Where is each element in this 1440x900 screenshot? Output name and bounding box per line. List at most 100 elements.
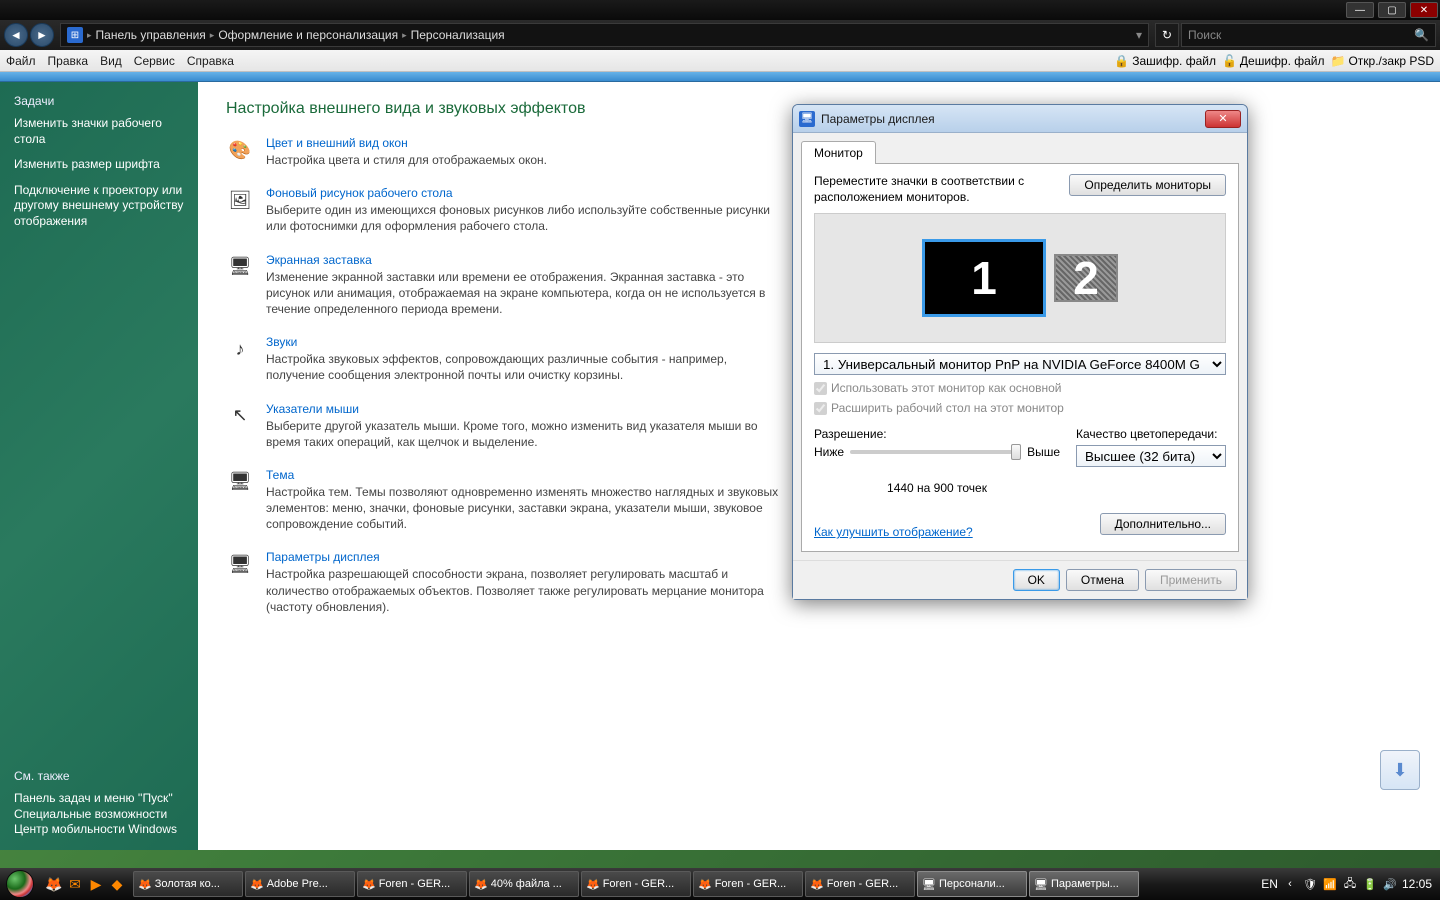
breadcrumb-item[interactable]: Персонализация xyxy=(411,28,505,42)
ql-firefox-icon[interactable]: 🦊 xyxy=(44,872,64,896)
task-label: Параметры... xyxy=(1051,878,1119,890)
task-label: Adobe Pre... xyxy=(267,878,328,890)
cancel-button[interactable]: Отмена xyxy=(1066,569,1139,591)
monitor-arrangement[interactable]: 1 2 xyxy=(814,213,1226,343)
encrypt-file-button[interactable]: 🔒Зашифр. файл xyxy=(1114,54,1216,68)
ql-player-icon[interactable]: ▶ xyxy=(86,872,106,896)
task-icon: 🦊 xyxy=(586,878,600,891)
taskbar-item[interactable]: 🦊Foren - GER... xyxy=(357,871,467,897)
color-quality-select[interactable]: Высшее (32 бита) xyxy=(1076,445,1226,467)
maximize-button[interactable]: ▢ xyxy=(1378,2,1406,18)
taskbar-item[interactable]: 🦊Золотая ко... xyxy=(133,871,243,897)
decrypt-file-button[interactable]: 🔓Дешифр. файл xyxy=(1222,54,1325,68)
apply-button: Применить xyxy=(1145,569,1237,591)
task-icon: 🦊 xyxy=(362,878,376,891)
setting-link[interactable]: Указатели мыши xyxy=(266,402,786,416)
setting-icon: 🖼 xyxy=(226,186,254,214)
nav-forward-button[interactable]: ► xyxy=(30,23,54,47)
task-label: Foren - GER... xyxy=(379,878,451,890)
setting-link[interactable]: Фоновый рисунок рабочего стола xyxy=(266,186,786,200)
tray-volume-icon[interactable]: 🔊 xyxy=(1382,876,1398,892)
sidebar-link-font-size[interactable]: Изменить размер шрифта xyxy=(14,157,184,173)
toolbar-stripe xyxy=(0,72,1440,82)
identify-monitors-button[interactable]: Определить мониторы xyxy=(1069,174,1226,196)
setting-link[interactable]: Цвет и внешний вид окон xyxy=(266,136,786,150)
extend-desktop-check-input xyxy=(814,402,827,415)
tray-network-icon[interactable]: 🖧 xyxy=(1342,876,1358,892)
setting-link[interactable]: Параметры дисплея xyxy=(266,550,786,564)
dialog-title: Параметры дисплея xyxy=(821,112,1199,126)
tray-expand-icon[interactable]: ‹ xyxy=(1282,876,1298,892)
task-label: Золотая ко... xyxy=(155,878,220,890)
close-button[interactable]: ✕ xyxy=(1410,2,1438,18)
dialog-footer: OK Отмена Применить xyxy=(793,560,1247,599)
sidebar: Задачи Изменить значки рабочего стола Из… xyxy=(0,82,198,850)
taskbar-item[interactable]: 🖥Параметры... xyxy=(1029,871,1139,897)
ql-app-icon[interactable]: ◆ xyxy=(107,872,127,896)
taskbar-item[interactable]: 🦊Foren - GER... xyxy=(805,871,915,897)
taskbar-item[interactable]: 🦊Adobe Pre... xyxy=(245,871,355,897)
start-button[interactable] xyxy=(2,868,38,900)
sidebar-link-accessibility[interactable]: Специальные возможности xyxy=(14,807,167,821)
tray-wifi-icon[interactable]: 📶 xyxy=(1322,876,1338,892)
setting-link[interactable]: Тема xyxy=(266,468,786,482)
setting-row: 🖥Экранная заставкаИзменение экранной зас… xyxy=(226,253,786,318)
menu-tools[interactable]: Сервис xyxy=(134,54,175,68)
taskbar-item[interactable]: 🖥Персонали... xyxy=(917,871,1027,897)
setting-icon: ♪ xyxy=(226,335,254,363)
primary-monitor-checkbox: Использовать этот монитор как основной xyxy=(814,381,1226,395)
taskbar-item[interactable]: 🦊Foren - GER... xyxy=(693,871,803,897)
menu-help[interactable]: Справка xyxy=(187,54,234,68)
setting-row: 🖼Фоновый рисунок рабочего столаВыберите … xyxy=(226,186,786,234)
setting-description: Изменение экранной заставки или времени … xyxy=(266,269,786,318)
download-icon[interactable]: ⬇ xyxy=(1380,750,1420,790)
advanced-button[interactable]: Дополнительно... xyxy=(1100,513,1226,535)
setting-link[interactable]: Звуки xyxy=(266,335,786,349)
setting-icon: 🖥 xyxy=(226,468,254,496)
menu-edit[interactable]: Правка xyxy=(48,54,89,68)
chevron-down-icon[interactable]: ▾ xyxy=(1136,28,1142,42)
ok-button[interactable]: OK xyxy=(1013,569,1060,591)
setting-description: Выберите другой указатель мыши. Кроме то… xyxy=(266,418,786,450)
dialog-titlebar[interactable]: 🖥 Параметры дисплея ✕ xyxy=(793,105,1247,133)
refresh-button[interactable]: ↻ xyxy=(1155,23,1179,47)
ql-mail-icon[interactable]: ✉ xyxy=(65,872,85,896)
resolution-value: 1440 на 900 точек xyxy=(814,481,1060,495)
dialog-close-button[interactable]: ✕ xyxy=(1205,110,1241,128)
tray-lang[interactable]: EN xyxy=(1261,877,1278,891)
taskbar-item[interactable]: 🦊40% файла ... xyxy=(469,871,579,897)
sidebar-link-desktop-icons[interactable]: Изменить значки рабочего стола xyxy=(14,116,184,147)
tray-clock[interactable]: 12:05 xyxy=(1402,877,1432,891)
breadcrumb[interactable]: ⊞ ▸ Панель управления ▸ Оформление и пер… xyxy=(60,23,1149,47)
menu-view[interactable]: Вид xyxy=(100,54,122,68)
setting-row: ♪ЗвукиНастройка звуковых эффектов, сопро… xyxy=(226,335,786,383)
minimize-button[interactable]: — xyxy=(1346,2,1374,18)
task-icon: 🦊 xyxy=(474,878,488,891)
tab-monitor[interactable]: Монитор xyxy=(801,141,876,164)
improve-display-link[interactable]: Как улучшить отображение? xyxy=(814,525,973,539)
task-label: Foren - GER... xyxy=(603,878,675,890)
monitor-1[interactable]: 1 xyxy=(922,239,1046,317)
resolution-slider[interactable] xyxy=(850,450,1021,454)
monitor-2[interactable]: 2 xyxy=(1054,254,1118,302)
quick-launch: 🦊 ✉ ▶ ◆ xyxy=(44,872,127,896)
monitor-select[interactable]: 1. Универсальный монитор PnP на NVIDIA G… xyxy=(814,353,1226,375)
menu-file[interactable]: Файл xyxy=(6,54,36,68)
slider-thumb[interactable] xyxy=(1011,444,1021,460)
tray-battery-icon[interactable]: 🔋 xyxy=(1362,876,1378,892)
taskbar: 🦊 ✉ ▶ ◆ 🦊Золотая ко...🦊Adobe Pre...🦊Fore… xyxy=(0,868,1440,900)
navbar: ◄ ► ⊞ ▸ Панель управления ▸ Оформление и… xyxy=(0,20,1440,50)
sidebar-link-taskbar[interactable]: Панель задач и меню ''Пуск'' xyxy=(14,791,173,805)
breadcrumb-item[interactable]: Оформление и персонализация xyxy=(218,28,398,42)
lock-icon: 🔒 xyxy=(1114,54,1129,68)
search-input[interactable]: Поиск 🔍 xyxy=(1181,23,1436,47)
task-icon: 🦊 xyxy=(250,878,264,891)
breadcrumb-item[interactable]: Панель управления xyxy=(96,28,206,42)
sidebar-link-mobility[interactable]: Центр мобильности Windows xyxy=(14,822,177,836)
setting-link[interactable]: Экранная заставка xyxy=(266,253,786,267)
taskbar-item[interactable]: 🦊Foren - GER... xyxy=(581,871,691,897)
sidebar-link-projector[interactable]: Подключение к проектору или другому внеш… xyxy=(14,183,184,230)
open-close-psd-button[interactable]: 📁Откр./закр PSD xyxy=(1331,54,1434,68)
tray-shield-icon[interactable]: 🛡 xyxy=(1302,876,1318,892)
nav-back-button[interactable]: ◄ xyxy=(4,23,28,47)
